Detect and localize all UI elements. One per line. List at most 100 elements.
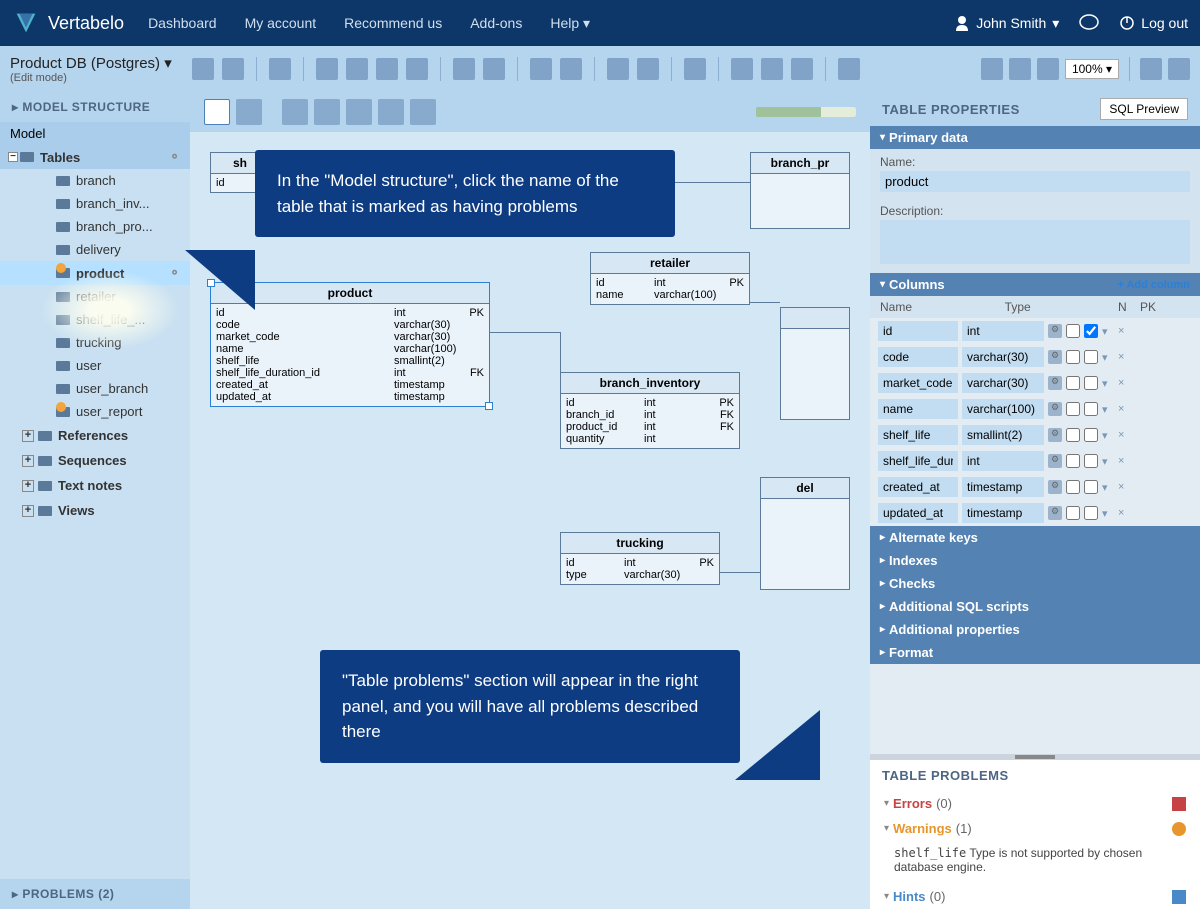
gear-icon[interactable]: ⚙ — [1048, 402, 1062, 416]
col-type-input[interactable] — [962, 321, 1044, 341]
close-icon[interactable]: × — [1118, 507, 1130, 519]
nav-recommend[interactable]: Recommend us — [344, 15, 442, 32]
chevron-down-icon[interactable]: ▾ — [1102, 429, 1114, 441]
zoom-fit-icon[interactable] — [1009, 58, 1031, 80]
col-type-input[interactable] — [962, 503, 1044, 523]
align-center-icon[interactable] — [761, 58, 783, 80]
gear-icon[interactable]: ⚙ — [1048, 454, 1062, 468]
col-type-input[interactable] — [962, 425, 1044, 445]
add-column-button[interactable]: + Add column — [1117, 279, 1190, 291]
col-pk-check[interactable] — [1084, 324, 1098, 338]
close-icon[interactable]: × — [1118, 325, 1130, 337]
delete-icon[interactable] — [560, 58, 582, 80]
zoom-in-icon[interactable] — [1037, 58, 1059, 80]
sidebar-table-branch_pro[interactable]: branch_pro... — [0, 215, 190, 238]
close-icon[interactable]: × — [1118, 403, 1130, 415]
sequences-section[interactable]: Sequences — [0, 448, 190, 473]
sidebar-table-branch_inv[interactable]: branch_inv... — [0, 192, 190, 215]
align-left-icon[interactable] — [731, 58, 753, 80]
col-type-input[interactable] — [962, 347, 1044, 367]
col-name-input[interactable] — [878, 347, 958, 367]
hints-row[interactable]: ▾Hints(0) — [870, 884, 1200, 909]
sql-icon[interactable] — [376, 58, 398, 80]
undo-icon[interactable] — [607, 58, 629, 80]
sidebar-table-retailer[interactable]: retailer — [0, 285, 190, 308]
checks-section[interactable]: Checks — [870, 572, 1200, 595]
primary-data-section[interactable]: Primary data — [870, 126, 1200, 149]
sidebar-table-user_branch[interactable]: user_branch — [0, 377, 190, 400]
close-icon[interactable]: × — [1118, 481, 1130, 493]
xml-icon[interactable] — [406, 58, 428, 80]
col-n-check[interactable] — [1066, 480, 1080, 494]
logout-button[interactable]: Log out — [1119, 15, 1188, 31]
chat-icon[interactable] — [1079, 14, 1099, 32]
png-icon[interactable] — [316, 58, 338, 80]
chevron-down-icon[interactable]: ▾ — [1102, 377, 1114, 389]
zoom-select[interactable]: 100% ▾ — [1065, 59, 1119, 79]
col-name-input[interactable] — [878, 321, 958, 341]
print-icon[interactable] — [346, 58, 368, 80]
col-pk-check[interactable] — [1084, 480, 1098, 494]
nav-addons[interactable]: Add-ons — [470, 15, 522, 32]
warnings-row[interactable]: ▾Warnings(1) — [870, 816, 1200, 841]
gear-icon[interactable]: ⚙ — [1048, 506, 1062, 520]
nav-help[interactable]: Help ▾ — [550, 15, 590, 32]
col-pk-check[interactable] — [1084, 454, 1098, 468]
format-section[interactable]: Format — [870, 641, 1200, 664]
col-n-check[interactable] — [1066, 376, 1080, 390]
cut-icon[interactable] — [530, 58, 552, 80]
sidebar-table-shelf_life_[interactable]: shelf_life_... — [0, 308, 190, 331]
desc-input[interactable] — [880, 220, 1190, 264]
gear-icon[interactable]: ⚙ — [1048, 428, 1062, 442]
col-n-check[interactable] — [1066, 506, 1080, 520]
model-root[interactable]: Model — [0, 122, 190, 145]
indexes-section[interactable]: Indexes — [870, 549, 1200, 572]
col-type-input[interactable] — [962, 451, 1044, 471]
close-icon[interactable]: × — [1118, 377, 1130, 389]
chevron-down-icon[interactable]: ▾ — [1102, 403, 1114, 415]
erd-retailer[interactable]: retailer idintPKnamevarchar(100) — [590, 252, 750, 305]
close-icon[interactable]: × — [1118, 351, 1130, 363]
erd-branch-pr[interactable]: branch_pr idbranch_idproduct_idinventory — [750, 152, 850, 229]
textnotes-section[interactable]: Text notes — [0, 473, 190, 498]
col-pk-check[interactable] — [1084, 402, 1098, 416]
altkeys-section[interactable]: Alternate keys — [870, 526, 1200, 549]
gear-icon[interactable]: ⚙ — [1048, 350, 1062, 364]
sidebar-table-user_report[interactable]: user_report — [0, 400, 190, 423]
col-type-input[interactable] — [962, 477, 1044, 497]
col-n-check[interactable] — [1066, 402, 1080, 416]
erd-branch2[interactable]: idretailer_idnameaddressis_activecreated… — [780, 307, 850, 420]
col-name-input[interactable] — [878, 477, 958, 497]
sidebar-table-product[interactable]: product⚬ — [0, 261, 190, 285]
new-icon[interactable] — [192, 58, 214, 80]
gear-icon[interactable]: ⚙ — [1048, 324, 1062, 338]
erd-branch-inventory[interactable]: branch_inventory idintPKbranch_idintFKpr… — [560, 372, 740, 449]
close-icon[interactable]: × — [1118, 429, 1130, 441]
col-name-input[interactable] — [878, 503, 958, 523]
sidebar-table-user[interactable]: user — [0, 354, 190, 377]
note-tool-icon[interactable] — [378, 99, 404, 125]
nav-dashboard[interactable]: Dashboard — [148, 15, 217, 32]
area-tool-icon[interactable] — [410, 99, 436, 125]
col-pk-check[interactable] — [1084, 506, 1098, 520]
col-type-input[interactable] — [962, 373, 1044, 393]
sidebar-table-delivery[interactable]: delivery — [0, 238, 190, 261]
sql-preview-button[interactable]: SQL Preview — [1100, 98, 1188, 120]
logo[interactable]: Vertabelo — [12, 9, 124, 37]
name-input[interactable] — [880, 171, 1190, 192]
edit-icon[interactable] — [684, 58, 706, 80]
references-section[interactable]: References — [0, 423, 190, 448]
sidebar-table-branch[interactable]: branch — [0, 169, 190, 192]
user-menu[interactable]: John Smith ▾ — [954, 15, 1059, 32]
zoom-out-icon[interactable] — [981, 58, 1003, 80]
table-tool-icon[interactable] — [282, 99, 308, 125]
col-type-input[interactable] — [962, 399, 1044, 419]
distribute-icon[interactable] — [838, 58, 860, 80]
ref-tool-icon[interactable] — [314, 99, 340, 125]
views-section[interactable]: Views — [0, 498, 190, 523]
addprops-section[interactable]: Additional properties — [870, 618, 1200, 641]
chevron-down-icon[interactable]: ▾ — [1102, 325, 1114, 337]
paste-icon[interactable] — [483, 58, 505, 80]
erd-trucking[interactable]: trucking idintPKtypevarchar(30) — [560, 532, 720, 585]
close-icon[interactable]: × — [1118, 455, 1130, 467]
